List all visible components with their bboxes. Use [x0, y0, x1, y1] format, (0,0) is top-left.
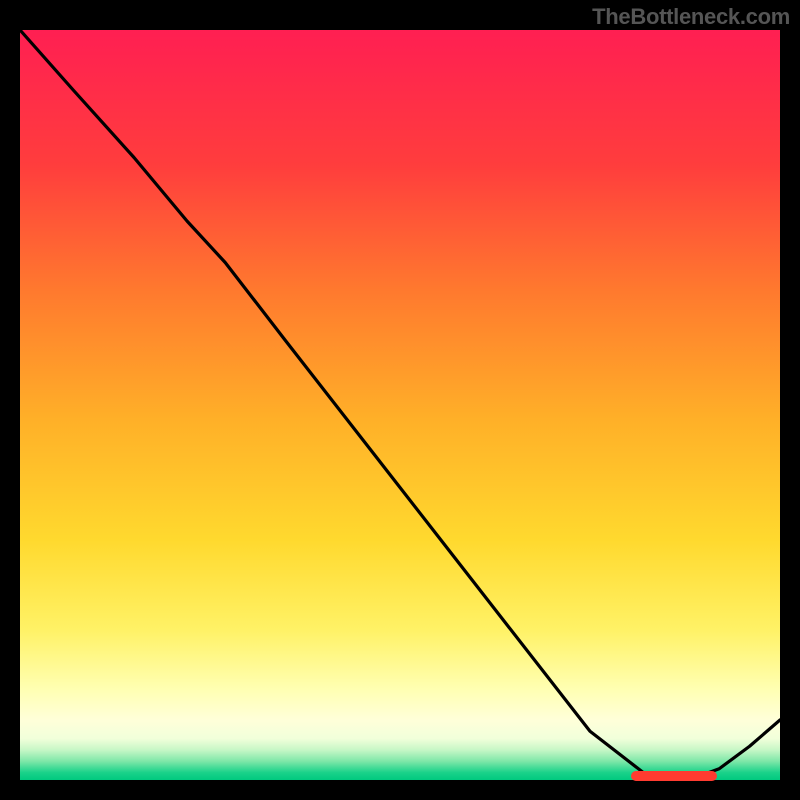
plot-area — [20, 30, 780, 780]
plot-frame — [20, 30, 780, 780]
watermark-text: TheBottleneck.com — [592, 4, 790, 30]
marker-pill — [631, 771, 717, 781]
chart-stage: TheBottleneck.com — [0, 0, 800, 800]
line-curve — [20, 30, 780, 780]
